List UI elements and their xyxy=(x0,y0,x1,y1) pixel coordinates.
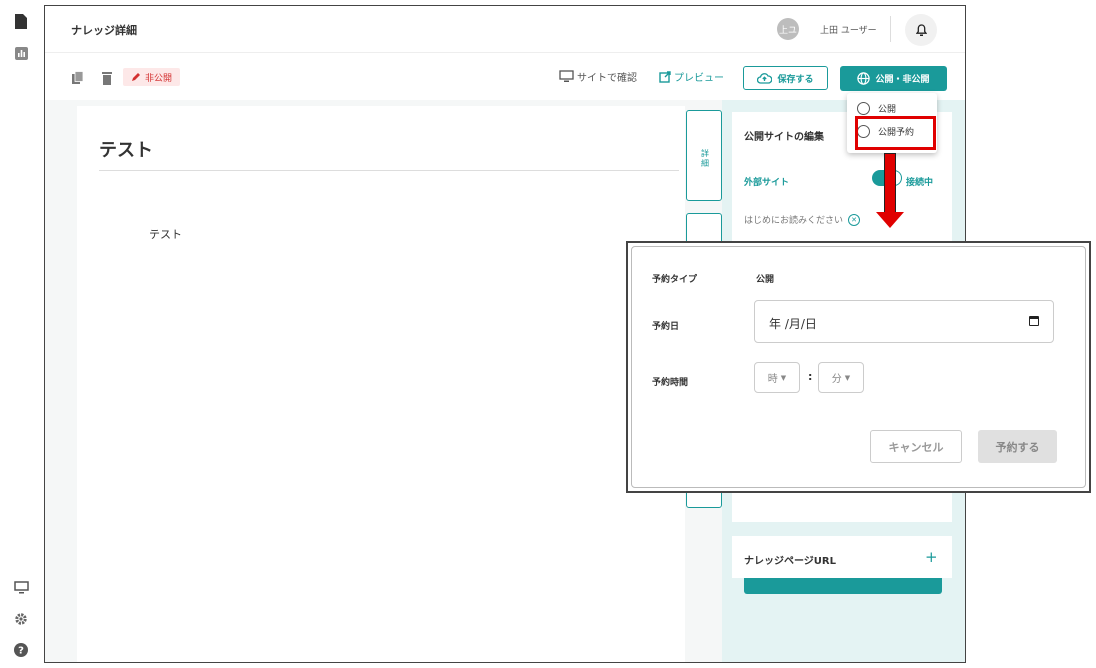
user-name[interactable]: 上田 ユーザー xyxy=(820,23,877,36)
cloud-upload-icon xyxy=(757,72,773,84)
trash-icon[interactable] xyxy=(101,70,115,85)
monitor-icon xyxy=(559,70,574,82)
site-check-button[interactable]: サイトで確認 xyxy=(559,69,637,84)
editor-pane[interactable]: テスト テスト xyxy=(77,106,685,662)
annotation-arrow-head xyxy=(876,212,904,228)
status-badge-label: 非公開 xyxy=(145,73,173,84)
readme-label: はじめにお読みください xyxy=(744,216,844,226)
date-label: 予約日 xyxy=(652,322,680,332)
left-rail: ? xyxy=(0,0,44,668)
publish-option-public-label: 公開 xyxy=(878,105,897,115)
save-label: 保存する xyxy=(777,74,814,85)
type-label: 予約タイプ xyxy=(652,275,698,285)
publish-site-title: 公開サイトの編集 xyxy=(744,132,824,143)
gear-icon[interactable] xyxy=(12,610,30,628)
reserve-button[interactable]: 予約する xyxy=(978,430,1057,463)
avatar[interactable]: 上ユ xyxy=(777,18,799,40)
copy-icon[interactable] xyxy=(71,70,85,84)
screen: ? ナレッジ詳細 上ユ 上田 ユーザー 非公開 サイトで確認 プレビュー 保存す… xyxy=(0,0,1096,668)
pencil-icon xyxy=(132,73,140,81)
time-separator: : xyxy=(808,370,813,383)
annotation-arrow-shaft xyxy=(884,153,896,213)
document-body[interactable]: テスト xyxy=(149,226,182,242)
external-site-label: 外部サイト xyxy=(744,178,790,188)
chevron-down-icon: ▼ xyxy=(780,373,787,382)
toolbar: 非公開 サイトで確認 プレビュー 保存する 公開・非公開 xyxy=(45,54,965,100)
calendar-icon[interactable] xyxy=(1029,316,1039,326)
type-value: 公開 xyxy=(756,275,775,285)
minute-placeholder: 分 xyxy=(831,374,842,385)
bell-icon xyxy=(915,23,927,36)
preview-button[interactable]: プレビュー xyxy=(659,69,724,84)
help-icon[interactable]: ? xyxy=(12,641,30,659)
date-input[interactable]: 年 /月/日 xyxy=(754,300,1054,343)
minute-select[interactable]: 分 ▼ xyxy=(818,362,864,393)
page-title: ナレッジ詳細 xyxy=(71,24,137,37)
svg-text:?: ? xyxy=(18,646,24,657)
publish-option-public[interactable]: 公開 xyxy=(857,102,896,115)
readme-link[interactable]: はじめにお読みください ✕ xyxy=(744,213,861,226)
header-divider xyxy=(890,16,891,42)
external-link-icon xyxy=(659,70,671,83)
publish-label: 公開・非公開 xyxy=(875,75,930,85)
highlight-box xyxy=(855,116,936,150)
cancel-button[interactable]: キャンセル xyxy=(870,430,962,463)
notification-button[interactable] xyxy=(905,14,937,46)
chart-icon[interactable] xyxy=(12,44,30,62)
tab-detail-label: 詳細 xyxy=(701,149,709,168)
knowledge-url-card: ナレッジページURL + xyxy=(732,536,952,578)
date-placeholder: 年 /月/日 xyxy=(769,317,817,331)
document-title[interactable]: テスト xyxy=(99,136,153,162)
hour-select[interactable]: 時 ▼ xyxy=(754,362,800,393)
tab-detail[interactable]: 詳細 xyxy=(686,110,722,201)
schedule-modal: 予約タイプ 公開 予約日 年 /月/日 予約時間 時 ▼ : 分 ▼ キャンセル… xyxy=(626,241,1091,493)
knowledge-url-label: ナレッジページURL xyxy=(744,556,836,567)
save-button[interactable]: 保存する xyxy=(743,66,828,90)
hour-placeholder: 時 xyxy=(767,374,778,385)
time-label: 予約時間 xyxy=(652,378,689,388)
header-bar: ナレッジ詳細 上ユ 上田 ユーザー xyxy=(45,6,965,53)
document-icon[interactable] xyxy=(12,12,30,30)
toggle-status: 接続中 xyxy=(906,178,934,188)
preview-label: プレビュー xyxy=(674,73,724,84)
publish-toggle-button[interactable]: 公開・非公開 xyxy=(840,66,947,91)
globe-icon xyxy=(857,72,871,85)
chevron-down-icon: ▼ xyxy=(844,373,851,382)
panel-action-bar[interactable] xyxy=(744,578,942,594)
close-circle-icon[interactable]: ✕ xyxy=(848,213,861,226)
site-check-label: サイトで確認 xyxy=(577,73,637,84)
title-divider xyxy=(99,170,679,171)
monitor-icon[interactable] xyxy=(12,578,30,596)
status-badge: 非公開 xyxy=(123,68,181,86)
schedule-modal-body: 予約タイプ 公開 予約日 年 /月/日 予約時間 時 ▼ : 分 ▼ キャンセル… xyxy=(631,246,1086,488)
radio-public[interactable] xyxy=(857,102,870,115)
add-url-icon[interactable]: + xyxy=(925,548,938,566)
